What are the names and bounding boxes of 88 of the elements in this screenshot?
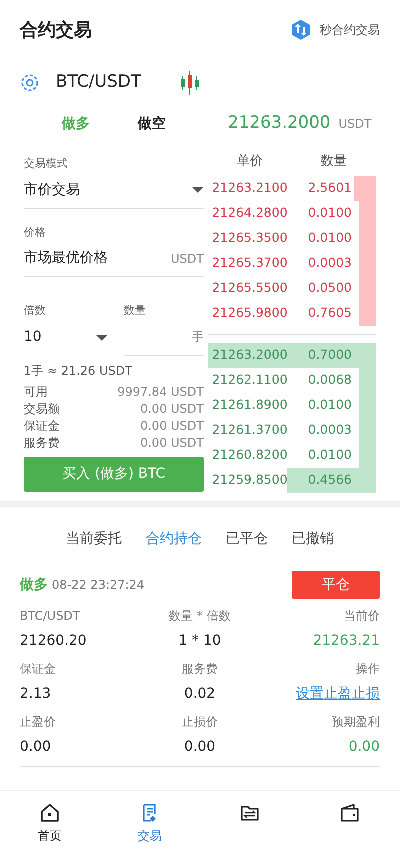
order-price: 21260.8200 <box>212 447 288 462</box>
price-unit: USDT <box>338 116 372 134</box>
order-amount: 0.0003 <box>308 255 352 270</box>
switch-link[interactable]: 秒合约交易 <box>290 19 380 41</box>
stat-value: 9997.84 USDT <box>118 384 204 400</box>
page-title: 合约交易 <box>20 18 92 42</box>
order-amount: 2.5601 <box>308 180 352 196</box>
column-header: 数量 <box>320 153 348 171</box>
order-amount: 0.7000 <box>308 347 352 362</box>
field-label: 当前价 <box>343 608 380 625</box>
order-price: 21265.9800 <box>212 305 288 320</box>
field-value: 0.02 <box>183 685 217 704</box>
wallet-icon <box>340 803 360 823</box>
position-tab[interactable]: 当前委托 <box>66 528 122 550</box>
field-value: 2.13 <box>20 685 52 704</box>
stat-label: 保证金 <box>24 418 60 434</box>
depth-bar <box>354 176 376 201</box>
nav-tab[interactable]: 交易 <box>100 791 200 861</box>
field-label: BTC/USDT <box>20 608 82 625</box>
field-value: 0.00 <box>348 738 380 757</box>
order-price: 21261.8900 <box>212 397 288 412</box>
position-side: 做多 <box>20 576 48 594</box>
order-price: 21263.2000 <box>212 347 288 362</box>
stat-label: 交易额 <box>24 400 60 418</box>
order-price: 21259.8500 <box>212 472 288 488</box>
depth-bar <box>359 301 376 326</box>
close-position-button[interactable]: 平仓 <box>292 571 380 599</box>
order-amount: 0.0068 <box>308 372 352 388</box>
caret-icon <box>96 334 108 340</box>
lot-note: 1手 ≈ 21.26 USDT <box>24 362 134 380</box>
price-field[interactable]: 市场最优价格 USDT <box>24 241 204 277</box>
stat-value: 0.00 USDT <box>140 400 204 418</box>
order-amount: 0.0500 <box>308 280 352 296</box>
home-icon <box>40 803 60 823</box>
swap-icon <box>290 19 312 41</box>
field-label: 数量 <box>124 303 147 319</box>
field-label: 价格 <box>24 224 47 240</box>
caret-icon <box>192 187 204 193</box>
side-tab[interactable]: 做空 <box>138 114 166 134</box>
field-value: 21263.21 <box>312 632 380 651</box>
position-tab[interactable]: 合约持仓 <box>146 528 202 550</box>
order-amount: 0.0003 <box>308 422 352 438</box>
stat-label: 服务费 <box>24 434 60 452</box>
order-amount: 0.4566 <box>308 472 352 488</box>
field-label: 倍数 <box>24 303 47 319</box>
folder-icon <box>240 803 260 823</box>
quantity-field[interactable]: 手 <box>124 320 204 356</box>
order-price: 21265.3700 <box>212 255 288 270</box>
stat-value: 0.00 USDT <box>140 434 204 452</box>
order-amount: 0.0100 <box>308 447 352 462</box>
field-label: 保证金 <box>20 661 57 678</box>
order-price: 21265.5500 <box>212 280 288 296</box>
order-amount: 0.0100 <box>308 397 352 412</box>
field-value: 21260.20 <box>20 632 88 651</box>
field-label: 止盈价 <box>20 714 57 731</box>
order-price: 21261.3700 <box>212 422 288 438</box>
unit-label: 手 <box>192 329 204 346</box>
candlestick-icon[interactable] <box>179 71 202 95</box>
field-label: 止损价 <box>181 714 219 731</box>
field-label: 数量 * 倍数 <box>168 608 232 625</box>
field-label: 操作 <box>355 661 380 678</box>
stat-label: 可用 <box>24 384 48 400</box>
order-amount: 0.7605 <box>308 305 352 320</box>
column-header: 单价 <box>236 153 264 171</box>
leverage-select[interactable]: 10 <box>24 320 108 356</box>
field-label: 服务费 <box>181 661 219 678</box>
position-tab[interactable]: 已平仓 <box>226 528 268 550</box>
stat-value: 0.00 USDT <box>140 418 204 434</box>
order-price: 21262.1100 <box>212 372 288 388</box>
order-price: 21265.3500 <box>212 230 288 246</box>
field-label: 交易模式 <box>24 156 69 172</box>
field-value: 1 * 10 <box>178 632 222 651</box>
field-value: 0.00 <box>20 738 52 757</box>
nav-tab[interactable]: 首页 <box>0 791 100 861</box>
unit-label: USDT <box>171 250 204 268</box>
field-label: 预期盈利 <box>331 714 380 731</box>
pair-symbol[interactable]: BTC/USDT <box>56 70 142 96</box>
order-price: 21264.2800 <box>212 205 288 220</box>
order-price: 21263.2100 <box>212 180 288 196</box>
position-time: 08-22 23:27:24 <box>52 576 145 594</box>
order-amount: 0.0100 <box>308 205 352 220</box>
mode-select[interactable]: 市价交易 <box>24 172 204 208</box>
order-amount: 0.0100 <box>308 230 352 246</box>
field-value: 0.00 <box>183 738 217 757</box>
last-price: 21263.2000 <box>228 112 331 136</box>
stop-settings-link[interactable]: 设置止盈止损 <box>296 684 380 705</box>
field-value: 市场最优价格 <box>24 249 108 268</box>
position-tab[interactable]: 已撤销 <box>292 528 334 550</box>
